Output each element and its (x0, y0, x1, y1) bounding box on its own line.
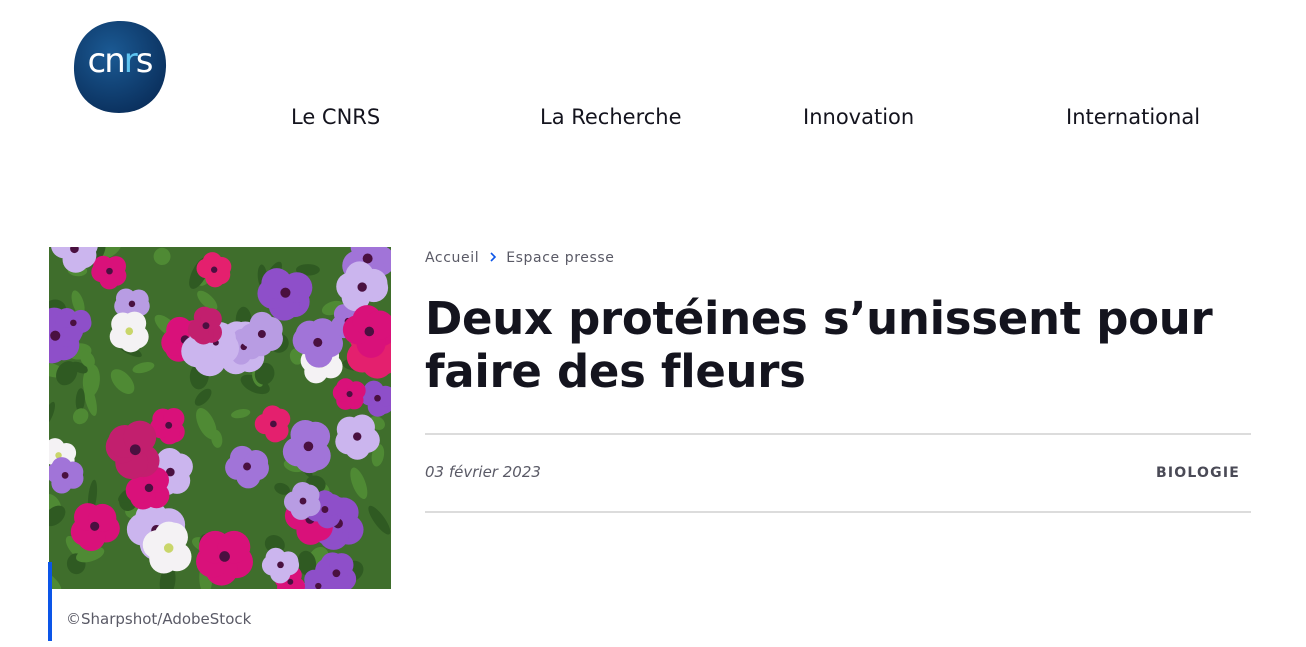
nav-item-innovation[interactable]: Innovation (803, 104, 914, 130)
category-tag[interactable]: BIOLOGIE (1156, 463, 1240, 483)
chevron-right-icon (489, 248, 497, 268)
article-title: Deux protéines s’unissent pour faire des… (425, 292, 1213, 398)
breadcrumb-press-link[interactable]: Espace presse (506, 248, 614, 268)
publish-date: 03 février 2023 (425, 463, 541, 481)
credit-accent-bar (48, 562, 52, 641)
nav-item-international[interactable]: International (1066, 104, 1200, 130)
meta-top-divider (425, 433, 1251, 435)
cnrs-logo[interactable]: cnrs (72, 19, 167, 114)
petunia-flowers-image (49, 247, 391, 589)
flower-blossom (109, 311, 149, 353)
breadcrumb: Accueil Espace presse (425, 248, 615, 268)
article-image (49, 247, 391, 589)
nav-item-la-recherche[interactable]: La Recherche (540, 104, 682, 130)
nav-item-le-cnrs[interactable]: Le CNRS (291, 104, 380, 130)
flower-blossom (332, 378, 366, 410)
logo-wordmark: cnrs (87, 41, 154, 81)
breadcrumb-home-link[interactable]: Accueil (425, 248, 479, 268)
image-credit: ©Sharpshot/AdobeStock (66, 610, 252, 628)
meta-bottom-divider (425, 511, 1251, 513)
